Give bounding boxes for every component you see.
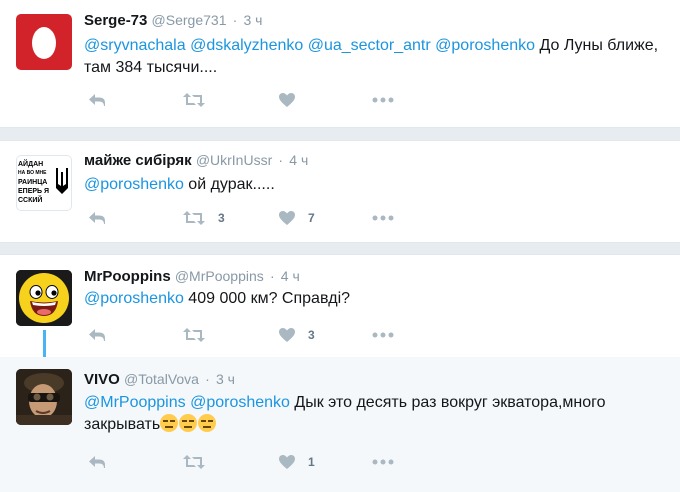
avatar-mrpooppins[interactable] [16, 270, 72, 326]
retweet-icon [183, 455, 205, 469]
reply-icon [89, 212, 105, 224]
timestamp[interactable]: 4 ч [281, 268, 300, 284]
tweet-body: До Луны ближе, [535, 37, 659, 54]
more-dots-icon [372, 332, 394, 338]
tweet-actions [84, 90, 680, 110]
tweet-header: VIVO @TotalVova · 3 ч [84, 371, 235, 388]
reply-button[interactable] [88, 208, 106, 228]
avatar-text: РАИНЦА [18, 179, 48, 186]
display-name[interactable]: MrPooppins [84, 268, 171, 285]
timestamp[interactable]: 4 ч [289, 152, 308, 168]
reply-button[interactable] [88, 90, 106, 110]
tweet-body-line2: закрывать [84, 416, 161, 433]
heart-icon [279, 211, 295, 225]
user-handle[interactable]: @TotalVova [124, 371, 199, 387]
tweet-card-1[interactable]: Serge-73 @Serge731 · 3 ч @sryvnachala @d… [0, 0, 680, 128]
more-dots-icon [372, 459, 394, 465]
avatar-text: АЙДАН [18, 161, 44, 168]
like-count: 7 [308, 211, 315, 225]
tweet-header: Serge-73 @Serge731 · 3 ч [84, 12, 263, 29]
mention-link[interactable]: @sryvnachala [84, 37, 186, 54]
like-button[interactable]: 3 [278, 325, 315, 345]
display-name[interactable]: Serge-73 [84, 12, 147, 29]
reply-button[interactable] [88, 452, 106, 472]
mention-link[interactable]: @poroshenko [435, 37, 535, 54]
avatar-totalvova[interactable] [16, 369, 72, 425]
like-count: 3 [308, 328, 315, 342]
user-handle[interactable]: @MrPooppins [175, 268, 264, 284]
reply-icon [89, 329, 105, 341]
conversation-card: MrPooppins @MrPooppins · 4 ч @poroshenko… [0, 254, 680, 492]
retweet-count: 3 [218, 211, 225, 225]
retweet-button[interactable] [182, 90, 206, 110]
egg-icon [32, 27, 56, 59]
tweet-card-2[interactable]: АЙДАН НА ВО МНЕ РАИНЦА ЕПЕРЬ Я ССКИЙ май… [0, 140, 680, 243]
avatar-serge[interactable] [16, 14, 72, 70]
display-name[interactable]: майже сибіряк [84, 152, 192, 169]
mention-link[interactable]: @MrPooppins [84, 394, 186, 411]
mention-link[interactable]: @ua_sector_antr [308, 37, 431, 54]
like-button[interactable]: 7 [278, 208, 315, 228]
tweet-body: Дык это десять раз вокруг экватора,много [289, 394, 606, 411]
heart-icon [279, 93, 295, 107]
heart-icon [279, 328, 295, 342]
more-button[interactable] [372, 452, 394, 472]
avatar-ukrinussr[interactable]: АЙДАН НА ВО МНЕ РАИНЦА ЕПЕРЬ Я ССКИЙ [16, 155, 72, 211]
more-button[interactable] [372, 90, 394, 110]
tweet-text: @poroshenko 409 000 км? Справді? [84, 288, 680, 310]
tweet-header: майже сибіряк @UkrInUssr · 4 ч [84, 152, 309, 169]
awesome-face-icon [16, 270, 72, 326]
user-handle[interactable]: @Serge731 [152, 12, 227, 28]
tweet-body: 409 000 км? Справді? [183, 290, 351, 307]
tweet-header: MrPooppins @MrPooppins · 4 ч [84, 268, 300, 285]
tweet-actions: 3 [84, 325, 680, 345]
avatar-text: ССКИЙ [18, 197, 43, 204]
heart-icon [279, 455, 295, 469]
trident-icon [56, 168, 68, 194]
unamused-face-icon [179, 414, 198, 432]
mention-link[interactable]: @poroshenko [84, 176, 184, 193]
retweet-button[interactable] [182, 452, 206, 472]
tweet-text: @sryvnachala @dskalyzhenko @ua_sector_an… [84, 35, 680, 79]
more-button[interactable] [372, 208, 394, 228]
reply-icon [89, 456, 105, 468]
mention-link[interactable]: @dskalyzhenko [190, 37, 303, 54]
tweet-body-line2: там 384 тысячи.... [84, 59, 218, 76]
tweet-actions: 1 [84, 452, 680, 472]
retweet-button[interactable] [182, 325, 206, 345]
like-button[interactable] [278, 90, 296, 110]
reply-button[interactable] [88, 325, 106, 345]
retweet-icon [183, 328, 205, 342]
like-count: 1 [308, 455, 315, 469]
tweet-actions: 3 7 [84, 208, 680, 228]
more-button[interactable] [372, 325, 394, 345]
tweet-text: @poroshenko ой дурак..... [84, 174, 680, 196]
tweet-card-4[interactable]: VIVO @TotalVova · 3 ч @MrPooppins @poros… [0, 357, 680, 492]
tweet-body: ой дурак..... [183, 176, 275, 193]
user-photo-icon [16, 369, 72, 425]
display-name[interactable]: VIVO [84, 371, 120, 388]
mention-link[interactable]: @poroshenko [84, 290, 184, 307]
user-handle[interactable]: @UkrInUssr [196, 152, 272, 168]
unamused-face-icon [198, 414, 217, 432]
retweet-icon [183, 211, 205, 225]
tweet-card-3[interactable]: MrPooppins @MrPooppins · 4 ч @poroshenko… [0, 255, 680, 357]
retweet-button[interactable]: 3 [182, 208, 225, 228]
more-dots-icon [372, 97, 394, 103]
like-button[interactable]: 1 [278, 452, 315, 472]
mention-link[interactable]: @poroshenko [190, 394, 290, 411]
tweet-text: @MrPooppins @poroshenko Дык это десять р… [84, 392, 680, 436]
timestamp[interactable]: 3 ч [244, 12, 263, 28]
more-dots-icon [372, 215, 394, 221]
avatar-text: НА ВО МНЕ [18, 170, 47, 176]
timestamp[interactable]: 3 ч [216, 371, 235, 387]
retweet-icon [183, 93, 205, 107]
reply-icon [89, 94, 105, 106]
avatar-text: ЕПЕРЬ Я [18, 188, 50, 195]
unamused-face-icon [160, 414, 179, 432]
